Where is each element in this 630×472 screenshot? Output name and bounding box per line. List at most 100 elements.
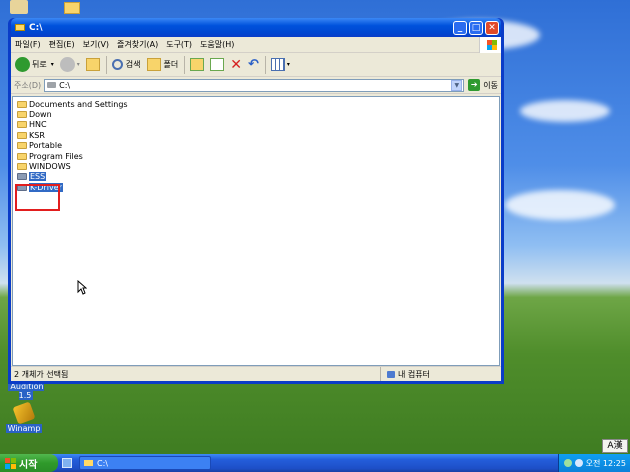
back-label: 뒤로 — [32, 60, 47, 69]
clock[interactable]: 오전 12:25 — [586, 458, 626, 469]
menu-tools[interactable]: 도구(T) — [166, 39, 192, 50]
start-label: 시작 — [19, 459, 38, 471]
views-grid-icon — [270, 58, 285, 71]
start-button[interactable]: 시작 — [0, 454, 58, 472]
folder-name: Program Files — [29, 151, 83, 161]
menu-help[interactable]: 도움말(H) — [200, 39, 234, 50]
folders-button[interactable]: 폴더 — [146, 58, 179, 71]
undo-icon: ↶ — [247, 57, 259, 72]
menu-bar: 파일(F) 편집(E) 보기(V) 즐겨찾기(A) 도구(T) 도움말(H) — [11, 37, 501, 53]
my-computer-icon — [387, 370, 395, 378]
search-button[interactable]: 검색 — [111, 59, 141, 70]
quick-launch — [62, 458, 75, 468]
desktop-icon-label: Winamp — [5, 424, 43, 433]
folders-icon — [146, 58, 161, 71]
show-desktop-icon[interactable] — [62, 458, 72, 468]
explorer-window: C:\ _ □ ✕ 파일(F) 편집(E) 보기(V) 즐겨찾기(A) 도구(T… — [8, 18, 504, 384]
views-button[interactable]: ▾ — [270, 58, 290, 71]
window-title: C:\ — [29, 22, 43, 33]
minimize-button[interactable]: _ — [453, 20, 467, 35]
folder-name: Down — [29, 110, 52, 120]
back-button[interactable]: 뒤로 ▾ — [15, 57, 54, 72]
mouse-cursor-icon — [77, 280, 87, 295]
move-to-icon — [190, 58, 205, 71]
address-field[interactable]: C:\ ▼ — [44, 78, 465, 92]
tray-status-icon[interactable] — [574, 459, 583, 467]
back-arrow-icon — [15, 57, 30, 72]
menu-favorites[interactable]: 즐겨찾기(A) — [117, 39, 158, 50]
folder-name: WINDOWS — [29, 162, 71, 172]
folder-name: ESS — [29, 172, 47, 182]
drive-icon — [84, 460, 93, 466]
copy-to-button[interactable] — [210, 58, 225, 71]
status-selection-count: 2 개체가 선택됨 — [11, 367, 381, 381]
status-location: 내 컴퓨터 — [381, 369, 501, 380]
ime-indicator[interactable]: A漢 — [602, 439, 628, 453]
address-dropdown-arrow[interactable]: ▼ — [451, 79, 463, 91]
toolbar-separator — [105, 55, 107, 74]
maximize-button[interactable]: □ — [469, 20, 483, 35]
folder-icon — [17, 163, 27, 171]
toolbar: 뒤로 ▾ ▾ 검색 폴더 ✕ ↶ ▾ — [11, 53, 501, 77]
search-label: 검색 — [125, 60, 141, 69]
folder-name: Documents and Settings — [29, 99, 128, 109]
desktop-icon-label: Audition 1.5 — [8, 382, 44, 400]
menu-file[interactable]: 파일(F) — [15, 39, 41, 50]
desktop-icon-partial-1[interactable] — [10, 0, 28, 14]
undo-button[interactable]: ↶ — [248, 57, 259, 72]
folder-icon — [17, 131, 27, 139]
forward-arrow-icon — [59, 57, 75, 72]
taskbar-window-button[interactable]: C:\ — [79, 456, 211, 470]
taskbar: 시작 C:\ 오전 12:25 — [0, 454, 630, 472]
folder-item[interactable]: Portable — [17, 141, 128, 151]
file-list: Documents and Settings Down HNC KSR Port… — [17, 99, 128, 193]
address-label: 주소(D) — [14, 80, 42, 90]
menu-edit[interactable]: 편집(E) — [49, 39, 75, 50]
folder-name: HNC — [29, 120, 47, 130]
folder-item-selected[interactable]: ESS — [17, 172, 128, 182]
folder-name: Portable — [29, 141, 62, 151]
delete-x-icon: ✕ — [230, 56, 242, 73]
desktop-icon-audition[interactable]: Audition 1.5 — [2, 382, 50, 400]
system-tray: 오전 12:25 — [558, 454, 630, 472]
up-folder-icon — [85, 58, 100, 71]
winamp-icon — [12, 401, 36, 425]
drive-icon — [15, 24, 25, 31]
windows-logo-icon — [5, 457, 16, 469]
folder-icon — [17, 152, 27, 160]
folder-item[interactable]: KSR — [17, 130, 128, 140]
folder-icon — [17, 111, 27, 119]
file-list-pane[interactable]: Documents and Settings Down HNC KSR Port… — [12, 96, 500, 366]
folder-icon — [17, 142, 27, 150]
go-label: 이동 — [483, 80, 498, 90]
windows-logo-icon — [479, 37, 501, 53]
forward-button[interactable]: ▾ — [59, 57, 80, 72]
red-highlight-box — [15, 184, 60, 211]
toolbar-separator — [264, 55, 266, 74]
folder-item[interactable]: Documents and Settings — [17, 99, 128, 109]
up-folder-button[interactable] — [85, 58, 100, 71]
desktop-folder-partial[interactable] — [64, 2, 80, 14]
folder-icon — [17, 100, 27, 108]
tray-network-icon[interactable] — [563, 459, 572, 467]
move-to-button[interactable] — [190, 58, 205, 71]
folders-label: 폴더 — [163, 60, 179, 69]
search-icon — [111, 59, 123, 70]
copy-to-icon — [210, 58, 225, 71]
folder-item[interactable]: Down — [17, 109, 128, 119]
drive-icon — [47, 82, 57, 88]
delete-button[interactable]: ✕ — [230, 57, 242, 73]
folder-icon — [17, 121, 27, 129]
go-button[interactable]: ➔ 이동 — [468, 79, 498, 91]
menu-view[interactable]: 보기(V) — [83, 39, 109, 50]
folder-item[interactable]: Program Files — [17, 151, 128, 161]
folder-item[interactable]: HNC — [17, 120, 128, 130]
pane-edge — [497, 97, 499, 365]
close-button[interactable]: ✕ — [485, 20, 499, 35]
desktop-icon-winamp[interactable]: Winamp — [2, 401, 46, 433]
folder-icon — [17, 173, 27, 181]
folder-item[interactable]: WINDOWS — [17, 161, 128, 171]
folder-name: KSR — [29, 130, 45, 140]
status-location-label: 내 컴퓨터 — [398, 369, 430, 379]
title-bar[interactable]: C:\ _ □ ✕ — [11, 18, 501, 37]
